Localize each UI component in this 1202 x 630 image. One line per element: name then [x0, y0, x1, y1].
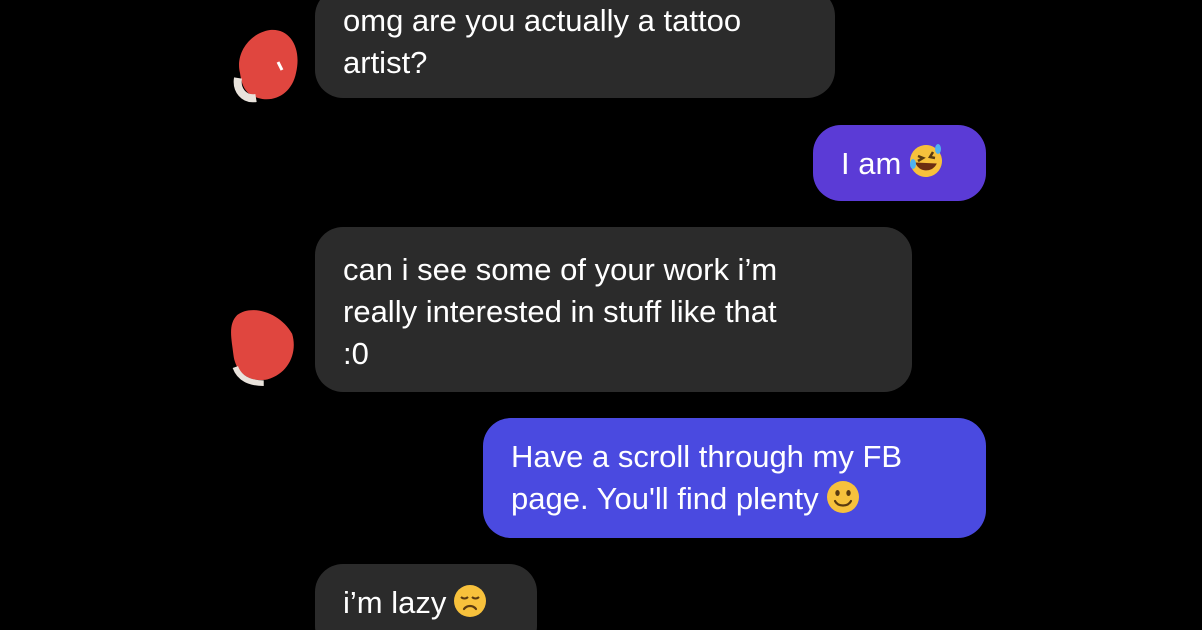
avatar-redacted[interactable]	[230, 18, 300, 108]
avatar-redacted[interactable]	[224, 296, 294, 386]
message-text: omg are you actually a tattoo artist?	[343, 3, 742, 80]
disappointed-face-icon	[452, 583, 488, 630]
message-text: I am	[841, 146, 902, 181]
message-bubble-received[interactable]: omg are you actually a tattoo artist?	[315, 0, 835, 98]
message-bubble-sent[interactable]: Have a scroll through my FB page. You'll…	[483, 418, 986, 538]
chat-thread[interactable]: omg are you actually a tattoo artist? I …	[0, 0, 1202, 630]
message-text: i’m lazy	[343, 585, 447, 620]
message-bubble-received[interactable]: i’m lazy	[315, 564, 537, 630]
message-bubble-received[interactable]: can i see some of your work i’m really i…	[315, 227, 912, 392]
message-bubble-sent[interactable]: I am	[813, 125, 986, 201]
slightly-smiling-face-icon	[825, 479, 861, 526]
message-text: can i see some of your work i’m really i…	[343, 252, 778, 371]
rolling-on-floor-laughing-icon	[907, 142, 945, 191]
